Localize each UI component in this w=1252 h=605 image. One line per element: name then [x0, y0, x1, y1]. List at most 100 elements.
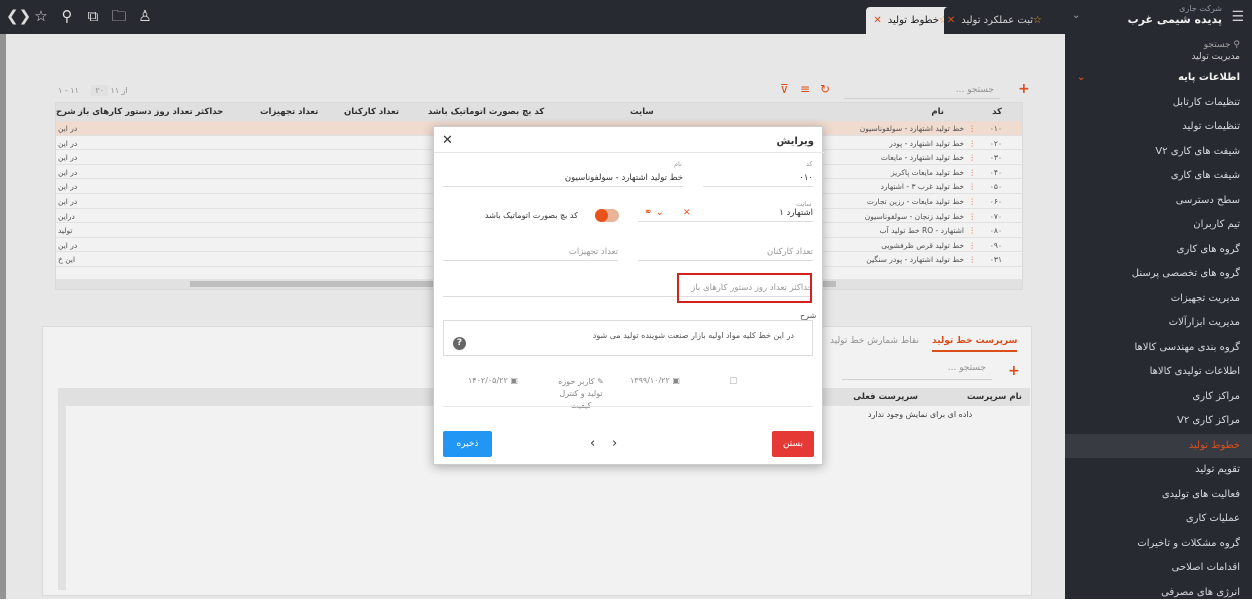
- tab-production-performance[interactable]: ☆ثبت عملکرد تولید✕: [944, 7, 1056, 34]
- cell-desc: در این: [58, 124, 77, 133]
- site-field[interactable]: اشتهارد ۱: [638, 208, 813, 222]
- toggle-knob: [595, 209, 608, 222]
- cell-name: خط تولید اشتهارد - سولفوناسیون: [860, 124, 964, 133]
- row-menu-icon[interactable]: ⋮: [969, 168, 977, 177]
- company-switcher[interactable]: شرکت جاری پدیده شیمی غرب: [1128, 4, 1222, 26]
- next-record-icon[interactable]: ›: [612, 436, 617, 451]
- sidebar-item[interactable]: تیم کاربران: [1065, 213, 1252, 238]
- page-size[interactable]: ۲۰: [91, 85, 108, 96]
- sidebar-item[interactable]: اقدامات اصلاحی: [1065, 556, 1252, 581]
- chevron-down-icon[interactable]: ⌄: [1072, 10, 1080, 21]
- add-icon[interactable]: +: [1018, 81, 1030, 97]
- sidebar-item[interactable]: اطلاعات تولیدی کالاها: [1065, 360, 1252, 385]
- sidebar-group-basic-info[interactable]: اطلاعات پایه⌄: [1065, 66, 1252, 91]
- folder-icon[interactable]: 🗀: [110, 6, 128, 26]
- refresh-icon[interactable]: ↻: [820, 82, 830, 96]
- created-date: ۱۳۹۹/۱۰/۲۲ ▣: [630, 376, 680, 385]
- col-staff[interactable]: تعداد کارکنان: [344, 107, 399, 117]
- cell-code: ۰۷۰: [990, 212, 1002, 221]
- sidebar-item[interactable]: تقویم تولید: [1065, 458, 1252, 483]
- clear-icon[interactable]: ✕: [683, 208, 691, 218]
- logo-icon[interactable]: ❮❯: [6, 6, 24, 26]
- lower-scrollbar[interactable]: [58, 406, 66, 590]
- row-menu-icon[interactable]: ⋮: [969, 124, 977, 133]
- col-code[interactable]: کد: [992, 107, 1002, 117]
- modified-date: ۱۴۰۲/۰۵/۲۲ ▣: [468, 376, 518, 385]
- sidebar-item[interactable]: گروه های تخصصی پرسنل: [1065, 262, 1252, 287]
- pager: ۱ - ۱۱ از ۱۱ ۲۰: [58, 86, 128, 95]
- col-supervisor-name[interactable]: نام سرپرست: [967, 392, 1022, 402]
- batch-toggle[interactable]: [595, 209, 619, 222]
- row-menu-icon[interactable]: ⋮: [969, 255, 977, 264]
- close-icon[interactable]: ✕: [873, 15, 881, 26]
- sidebar-item[interactable]: شیفت های کاری: [1065, 164, 1252, 189]
- description-textarea[interactable]: در این خط کلیه مواد اولیه بازار صنعت شوی…: [443, 320, 813, 356]
- sidebar-module[interactable]: مدیریت تولید: [1065, 52, 1252, 66]
- filter-icon[interactable]: ⊽: [780, 82, 789, 96]
- sidebar-item[interactable]: گروه مشکلات و تاخیرات: [1065, 532, 1252, 557]
- cell-name: خط تولید قرص ظرفشویی: [881, 241, 964, 250]
- tab-counting-points[interactable]: نقاط شمارش خط تولید: [830, 330, 919, 352]
- row-menu-icon[interactable]: ⋮: [969, 139, 977, 148]
- lower-search-input[interactable]: جستجو ...: [842, 363, 992, 380]
- sidebar-item[interactable]: گروه های کاری: [1065, 238, 1252, 263]
- sidebar-item[interactable]: تنظیمات تولید: [1065, 115, 1252, 140]
- top-icons: ❮❯ ☆ ⚲ ⧉ 🗀 ♙: [6, 6, 154, 26]
- star-icon[interactable]: ☆: [32, 6, 50, 26]
- filter-icon[interactable]: ⚲: [58, 6, 76, 26]
- cell-name: خط تولید آب RO - اشتهارد: [880, 226, 964, 235]
- row-menu-icon[interactable]: ⋮: [969, 226, 977, 235]
- col-name[interactable]: نام: [931, 107, 944, 117]
- col-current-supervisor[interactable]: سرپرست فعلی: [853, 392, 918, 402]
- close-icon[interactable]: ✕: [947, 15, 955, 26]
- col-equipment[interactable]: تعداد تجهیزات: [260, 107, 318, 117]
- sidebar-item[interactable]: انرژی های مصرفی: [1065, 581, 1252, 605]
- add-icon[interactable]: +: [1008, 363, 1020, 379]
- row-menu-icon[interactable]: ⋮: [969, 212, 977, 221]
- staff-count-field[interactable]: تعداد کارکنان: [638, 247, 813, 261]
- sidebar-item[interactable]: تنظیمات کارتابل: [1065, 91, 1252, 116]
- row-menu-icon[interactable]: ⋮: [969, 153, 977, 162]
- menu-icon[interactable]: ☰: [1231, 9, 1244, 25]
- top-bar: ❮❯ ☆ ⚲ ⧉ 🗀 ♙ ☆خطوط تولید✕ ☆ثبت عملکرد تو…: [0, 0, 1252, 34]
- sidebar-item[interactable]: سطح دسترسی: [1065, 189, 1252, 214]
- sidebar-item[interactable]: عملیات کاری: [1065, 507, 1252, 532]
- row-menu-icon[interactable]: ⋮: [969, 182, 977, 191]
- batch-label: کد بچ بصورت اتوماتیک باشد: [485, 211, 578, 220]
- col-site[interactable]: سایت: [630, 107, 654, 117]
- save-button[interactable]: ذخیره: [443, 431, 492, 457]
- cell-name: خط تولید اشتهارد - پودر: [889, 139, 964, 148]
- row-menu-icon[interactable]: ⋮: [969, 197, 977, 206]
- close-button[interactable]: بستن: [772, 431, 814, 457]
- tab-supervisors[interactable]: سرپرست خط تولید: [932, 330, 1017, 352]
- star-icon[interactable]: ☆: [1033, 15, 1042, 26]
- sidebar-item[interactable]: مراکز کاری: [1065, 385, 1252, 410]
- share-icon[interactable]: ⧉: [84, 6, 102, 26]
- sidebar-item[interactable]: مدیریت ابزارآلات: [1065, 311, 1252, 336]
- col-batch[interactable]: کد بچ بصورت اتوماتیک باشد: [428, 107, 544, 117]
- page-scrollbar[interactable]: [0, 34, 6, 599]
- equipment-count-field[interactable]: تعداد تجهیزات: [443, 247, 618, 261]
- calendar-icon: ▣: [672, 376, 680, 385]
- sidebar-item[interactable]: مدیریت تجهیزات: [1065, 287, 1252, 312]
- name-field[interactable]: خط تولید اشتهارد - سولفوناسیون: [443, 173, 683, 187]
- code-field[interactable]: ۰۱۰: [703, 173, 813, 187]
- col-max-days[interactable]: حداکثر تعداد روز دستور کارهای باز: [78, 107, 223, 117]
- col-desc[interactable]: شرح: [56, 107, 76, 117]
- sidebar-item[interactable]: فعالیت های تولیدی: [1065, 483, 1252, 508]
- sidebar-item[interactable]: خطوط تولید: [1065, 434, 1252, 459]
- row-menu-icon[interactable]: ⋮: [969, 241, 977, 250]
- user-icon[interactable]: ♙: [136, 6, 154, 26]
- close-icon[interactable]: ✕: [442, 133, 453, 148]
- sidebar-item[interactable]: گروه بندی مهندسی کالاها: [1065, 336, 1252, 361]
- list-icon[interactable]: ≡: [800, 82, 810, 96]
- cell-name: خط تولید زنجان - سولفوناسیون: [865, 212, 964, 221]
- prev-record-icon[interactable]: ‹: [590, 436, 595, 451]
- help-icon[interactable]: ?: [453, 337, 466, 350]
- link-icon[interactable]: ⚭ ⌄: [644, 207, 664, 218]
- sidebar-item[interactable]: مراکز کاری V۲: [1065, 409, 1252, 434]
- sidebar-item[interactable]: شیفت های کاری V۲: [1065, 140, 1252, 165]
- grid-search-input[interactable]: جستجو ...: [844, 82, 1000, 99]
- cell-desc: در این: [58, 139, 77, 148]
- sidebar-search[interactable]: ⚲ جستجو: [1065, 34, 1252, 52]
